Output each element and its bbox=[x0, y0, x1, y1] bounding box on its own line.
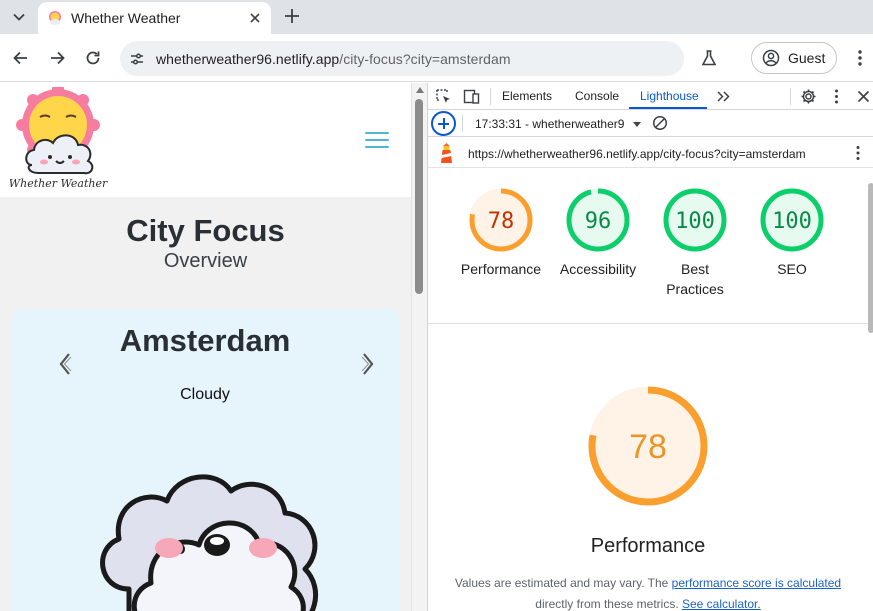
tab-lighthouse[interactable]: Lighthouse bbox=[640, 89, 699, 103]
score-label: Accessibility bbox=[559, 261, 637, 277]
score-gauge-seo[interactable]: 100 SEO bbox=[747, 187, 837, 279]
score-ring: 78 bbox=[469, 188, 533, 252]
page-scrollbar-thumb[interactable] bbox=[415, 99, 423, 294]
devtools-scrollbar-thumb[interactable] bbox=[868, 183, 873, 333]
next-city-chevron-icon[interactable] bbox=[359, 351, 377, 377]
score-value: 100 bbox=[675, 209, 715, 234]
new-report-plus-icon[interactable] bbox=[431, 111, 456, 136]
page-title: City Focus bbox=[126, 213, 285, 248]
see-calculator-link[interactable]: See calculator. bbox=[682, 597, 761, 611]
close-devtools-icon[interactable] bbox=[855, 88, 872, 105]
device-toolbar-icon[interactable] bbox=[463, 88, 480, 105]
more-tabs-chevron-icon[interactable] bbox=[715, 88, 732, 105]
performance-detail-label: Performance bbox=[590, 535, 706, 557]
account-icon bbox=[762, 49, 780, 67]
note-prefix: Values are estimated and may vary. The bbox=[454, 576, 672, 590]
score-value: 100 bbox=[772, 209, 812, 234]
hamburger-menu-icon[interactable] bbox=[365, 132, 389, 150]
tab-search-button[interactable] bbox=[6, 4, 32, 30]
score-ring: 100 bbox=[663, 188, 727, 252]
url-path: /city-focus?city=amsterdam bbox=[339, 50, 511, 67]
report-selector[interactable]: 17:33:31 - whetherweather9 bbox=[475, 117, 627, 131]
section-divider bbox=[428, 323, 868, 324]
devtools-menu-icon[interactable] bbox=[828, 88, 845, 105]
tab-strip: Whether Weather bbox=[0, 0, 873, 34]
score-note: Values are estimated and may vary. The p… bbox=[428, 573, 868, 611]
forward-arrow-icon[interactable] bbox=[47, 48, 67, 68]
devtools-separator bbox=[490, 88, 491, 105]
cloud-weather-icon bbox=[100, 474, 318, 611]
lighthouse-logo-icon bbox=[441, 143, 452, 163]
flask-icon[interactable] bbox=[699, 48, 719, 68]
score-gauge-accessibility[interactable]: 96 Accessibility bbox=[553, 187, 643, 279]
new-tab-icon[interactable] bbox=[282, 6, 302, 26]
browser-toolbar: whetherweather96.netlify.app/city-focus?… bbox=[0, 34, 873, 82]
back-arrow-icon[interactable] bbox=[11, 48, 31, 68]
devtools-separator bbox=[462, 115, 463, 132]
report-menu-icon[interactable] bbox=[852, 145, 864, 161]
site-header: Whether Weather bbox=[0, 83, 411, 197]
whether-weather-logo[interactable]: Whether Weather bbox=[10, 87, 114, 191]
web-page: Whether Weather City Focus Overview Amst… bbox=[0, 83, 411, 611]
performance-score-link[interactable]: performance score is calculated bbox=[672, 576, 841, 590]
close-tab-icon[interactable] bbox=[247, 10, 263, 26]
active-tab-indicator bbox=[629, 107, 707, 109]
page-scrollbar[interactable] bbox=[411, 83, 427, 611]
score-gauge-performance[interactable]: 78 Performance bbox=[456, 187, 546, 279]
url-text: whetherweather96.netlify.app/city-focus?… bbox=[156, 51, 511, 67]
devtools-panel: Elements Console Lighthouse 17:33:31 - w… bbox=[427, 83, 873, 611]
score-ring: 96 bbox=[566, 188, 630, 252]
tab-elements[interactable]: Elements bbox=[502, 89, 552, 103]
chevron-down-icon bbox=[13, 13, 25, 21]
profile-label: Guest bbox=[788, 50, 826, 66]
score-value: 96 bbox=[585, 209, 612, 234]
detail-score-value: 78 bbox=[629, 428, 667, 466]
address-bar[interactable]: whetherweather96.netlify.app/city-focus?… bbox=[120, 41, 684, 76]
score-label: SEO bbox=[777, 261, 807, 277]
reload-icon[interactable] bbox=[83, 48, 103, 68]
score-label: Performance bbox=[460, 261, 542, 277]
report-dropdown-icon[interactable] bbox=[633, 122, 641, 127]
devtools-separator bbox=[790, 88, 791, 105]
score-ring: 100 bbox=[760, 188, 824, 252]
settings-gear-icon[interactable] bbox=[800, 88, 817, 105]
sun-cloud-favicon-icon bbox=[49, 11, 61, 25]
score-label: Best Practices bbox=[666, 261, 724, 297]
tab-title: Whether Weather bbox=[71, 10, 181, 26]
lighthouse-toolbar: 17:33:31 - whetherweather9 bbox=[428, 110, 873, 137]
performance-detail-gauge: 78 bbox=[588, 386, 708, 506]
page-subtitle: Overview bbox=[163, 250, 248, 272]
profile-button[interactable]: Guest bbox=[751, 42, 837, 74]
more-menu-icon[interactable] bbox=[850, 48, 870, 68]
previous-city-chevron-icon[interactable] bbox=[56, 351, 74, 377]
clear-reports-icon[interactable] bbox=[652, 115, 668, 131]
logo-text: Whether Weather bbox=[10, 177, 108, 190]
tab-console[interactable]: Console bbox=[575, 89, 619, 103]
url-host: whetherweather96.netlify.app bbox=[156, 50, 340, 67]
scroll-up-arrow-icon[interactable] bbox=[416, 87, 424, 93]
score-gauge-best-practices[interactable]: 100 Best Practices bbox=[650, 187, 740, 299]
city-card: Amsterdam Cloudy bbox=[11, 309, 399, 611]
browser-tab[interactable]: Whether Weather bbox=[38, 2, 271, 34]
devtools-tab-bar: Elements Console Lighthouse bbox=[428, 83, 873, 110]
note-middle: directly from these metrics. bbox=[535, 597, 682, 611]
weather-condition: Cloudy bbox=[180, 386, 230, 403]
site-info-icon[interactable] bbox=[128, 50, 146, 68]
report-url: https://whetherweather96.netlify.app/cit… bbox=[468, 147, 806, 161]
inspect-element-icon[interactable] bbox=[435, 88, 452, 105]
score-value: 78 bbox=[488, 209, 515, 234]
report-url-row: https://whetherweather96.netlify.app/cit… bbox=[428, 138, 873, 168]
